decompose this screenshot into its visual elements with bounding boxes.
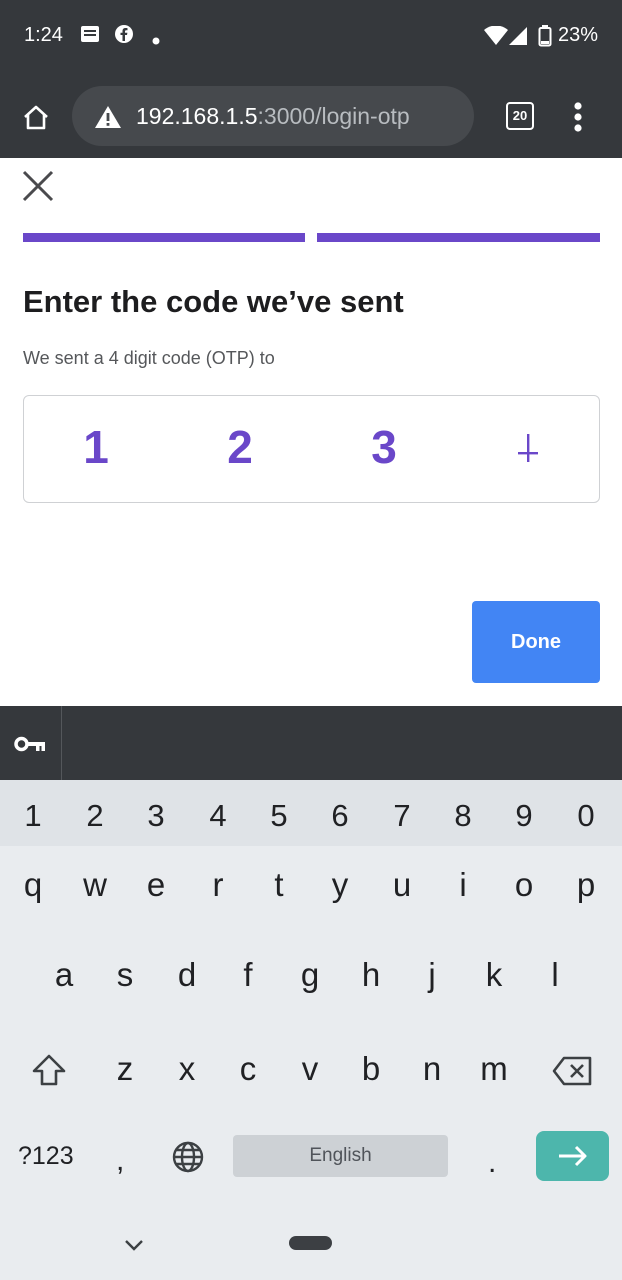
browser-toolbar: 192.168.1.5:3000/login-otp 20 xyxy=(0,74,622,158)
key-4[interactable]: 4 xyxy=(198,798,238,834)
key-k[interactable]: k xyxy=(474,956,514,994)
home-gesture-bar[interactable] xyxy=(289,1236,332,1250)
key-icon[interactable] xyxy=(14,735,46,758)
key-h[interactable]: h xyxy=(351,956,391,994)
key-n[interactable]: n xyxy=(412,1050,452,1088)
otp-digit-3[interactable]: 3 xyxy=(354,420,414,474)
facebook-icon xyxy=(114,24,134,49)
key-w[interactable]: w xyxy=(75,866,115,904)
backspace-icon[interactable] xyxy=(552,1056,592,1091)
dot-icon xyxy=(152,32,160,50)
url-bar[interactable]: 192.168.1.5:3000/login-otp xyxy=(72,86,474,146)
key-x[interactable]: x xyxy=(167,1050,207,1088)
key-g[interactable]: g xyxy=(290,956,330,994)
key-comma[interactable]: , xyxy=(116,1144,124,1178)
otp-digit-2[interactable]: 2 xyxy=(210,420,270,474)
otp-digit-1[interactable]: 1 xyxy=(66,420,126,474)
symbols-key[interactable]: ?123 xyxy=(18,1142,74,1171)
key-s[interactable]: s xyxy=(105,956,145,994)
key-0[interactable]: 0 xyxy=(566,798,606,834)
key-r[interactable]: r xyxy=(198,866,238,904)
keyboard-number-row: 1 2 3 4 5 6 7 8 9 0 xyxy=(0,780,622,846)
key-t[interactable]: t xyxy=(259,866,299,904)
key-b[interactable]: b xyxy=(351,1050,391,1088)
battery-icon xyxy=(538,25,552,52)
space-key-label: English xyxy=(309,1145,372,1166)
enter-arrow-icon xyxy=(557,1145,589,1172)
url-text: 192.168.1.5:3000/login-otp xyxy=(136,103,410,130)
tabs-icon[interactable]: 20 xyxy=(506,102,534,130)
chevron-down-icon[interactable] xyxy=(124,1238,144,1256)
newspaper-icon xyxy=(80,24,100,49)
status-time: 1:24 xyxy=(24,24,63,46)
key-c[interactable]: c xyxy=(228,1050,268,1088)
key-e[interactable]: e xyxy=(136,866,176,904)
globe-icon[interactable] xyxy=(172,1141,204,1178)
key-m[interactable]: m xyxy=(474,1050,514,1088)
key-z[interactable]: z xyxy=(105,1050,145,1088)
key-1[interactable]: 1 xyxy=(13,798,53,834)
status-bar: 1:24 23% xyxy=(0,0,622,74)
key-3[interactable]: 3 xyxy=(136,798,176,834)
shift-icon[interactable] xyxy=(32,1054,66,1091)
key-j[interactable]: j xyxy=(412,956,452,994)
page-subtitle: We sent a 4 digit code (OTP) to xyxy=(23,348,275,368)
home-icon[interactable] xyxy=(22,103,50,136)
key-y[interactable]: y xyxy=(320,866,360,904)
key-q[interactable]: q xyxy=(13,866,53,904)
key-2[interactable]: 2 xyxy=(75,798,115,834)
battery-percent: 23% xyxy=(557,24,598,46)
strip-divider xyxy=(61,706,62,780)
enter-key[interactable] xyxy=(536,1131,609,1181)
key-8[interactable]: 8 xyxy=(443,798,483,834)
url-path: :3000/login-otp xyxy=(257,103,410,129)
key-l[interactable]: l xyxy=(535,956,575,994)
warning-icon[interactable] xyxy=(94,105,122,134)
key-5[interactable]: 5 xyxy=(259,798,299,834)
key-period[interactable]: . xyxy=(488,1146,496,1180)
key-f[interactable]: f xyxy=(228,956,268,994)
key-d[interactable]: d xyxy=(167,956,207,994)
key-a[interactable]: a xyxy=(44,956,84,994)
progress-step-2 xyxy=(317,233,600,242)
key-7[interactable]: 7 xyxy=(382,798,422,834)
otp-input-group[interactable]: 1 2 3 xyxy=(23,395,600,503)
key-9[interactable]: 9 xyxy=(504,798,544,834)
signal-icon xyxy=(508,26,528,51)
done-button[interactable]: Done xyxy=(472,601,600,683)
key-o[interactable]: o xyxy=(504,866,544,904)
keyboard-suggestion-strip xyxy=(0,706,622,780)
key-6[interactable]: 6 xyxy=(320,798,360,834)
key-u[interactable]: u xyxy=(382,866,422,904)
key-i[interactable]: i xyxy=(443,866,483,904)
key-v[interactable]: v xyxy=(290,1050,330,1088)
tab-count: 20 xyxy=(512,108,528,123)
progress-step-1 xyxy=(23,233,305,242)
wifi-icon xyxy=(484,25,508,51)
otp-cursor[interactable] xyxy=(518,434,538,467)
space-key[interactable]: English xyxy=(233,1135,448,1177)
url-host: 192.168.1.5 xyxy=(136,103,258,129)
close-icon[interactable] xyxy=(22,170,54,207)
page-title: Enter the code we’ve sent xyxy=(23,284,404,319)
key-p[interactable]: p xyxy=(566,866,606,904)
more-vert-icon[interactable] xyxy=(573,102,583,137)
